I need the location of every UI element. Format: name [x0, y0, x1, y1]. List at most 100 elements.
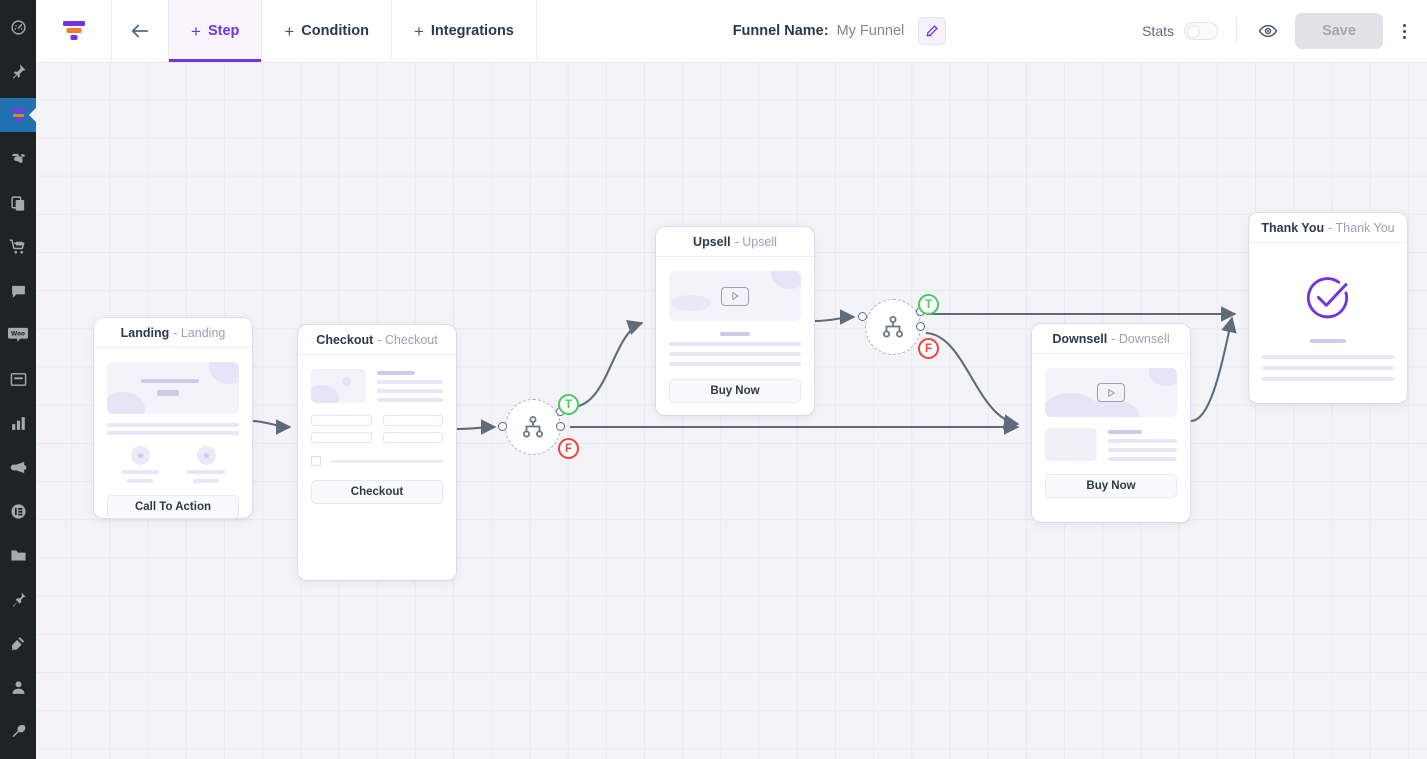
- condition-2-input-port[interactable]: [858, 312, 867, 321]
- archive-icon: [10, 372, 26, 386]
- tab-condition-label: Condition: [301, 23, 369, 39]
- sidebar-item-analytics[interactable]: [0, 406, 36, 440]
- skeleton-line: [1108, 439, 1177, 443]
- node-subtitle: - Downsell: [1111, 331, 1170, 346]
- condition-1-input-port[interactable]: [498, 422, 507, 431]
- cta-button[interactable]: Buy Now: [1045, 474, 1177, 498]
- form-field[interactable]: [311, 432, 372, 443]
- checkbox[interactable]: [311, 456, 321, 466]
- node-landing[interactable]: Landing - Landing Call To Action: [94, 318, 252, 519]
- skeleton-line: [669, 362, 801, 366]
- kebab-dot: [1402, 23, 1406, 27]
- stats-toggle[interactable]: [1184, 22, 1218, 40]
- node-downsell[interactable]: Downsell - Downsell Buy Now: [1032, 324, 1190, 522]
- node-subtitle: - Checkout: [377, 332, 438, 347]
- tab-condition[interactable]: + Condition: [262, 0, 392, 62]
- funnel-name-group: Funnel Name: My Funnel: [537, 0, 1142, 62]
- sidebar-item-cart[interactable]: [0, 230, 36, 264]
- cta-button[interactable]: Checkout: [311, 480, 443, 504]
- node-checkout[interactable]: Checkout - Checkout Checkout: [298, 325, 456, 580]
- sidebar-item-elementor[interactable]: [0, 494, 36, 528]
- video-placeholder: [669, 271, 801, 321]
- skeleton-line: [1108, 430, 1142, 434]
- user-icon: [11, 680, 25, 694]
- sidebar-item-megaphone[interactable]: [0, 450, 36, 484]
- sidebar-item-folder[interactable]: [0, 538, 36, 572]
- node-thankyou[interactable]: Thank You - Thank You: [1249, 213, 1407, 403]
- back-button[interactable]: [112, 0, 168, 62]
- skeleton-line: [377, 380, 443, 384]
- sidebar-item-dashboard[interactable]: [0, 10, 36, 44]
- comment-icon: [11, 285, 25, 298]
- condition-2-false-badge[interactable]: F: [918, 338, 939, 359]
- sidebar-item-media[interactable]: [0, 142, 36, 176]
- sidebar-item-tools[interactable]: [0, 714, 36, 748]
- toggle-knob: [1187, 24, 1200, 38]
- folder-icon: [10, 550, 26, 560]
- bars-icon: [11, 416, 25, 430]
- condition-2-true-badge[interactable]: T: [918, 294, 939, 315]
- success-mark: [1262, 271, 1394, 325]
- tab-integrations[interactable]: + Integrations: [392, 0, 537, 62]
- sidebar-item-pages[interactable]: [0, 186, 36, 220]
- node-body: [1249, 243, 1407, 394]
- funnel-name-label: Funnel Name:: [732, 23, 829, 39]
- elementor-icon: [10, 503, 26, 519]
- skeleton-line: [377, 371, 415, 375]
- cta-button[interactable]: Call To Action: [107, 495, 239, 519]
- decor-blob: [107, 392, 145, 414]
- wrench-icon: [11, 724, 25, 737]
- megaphone-icon: [10, 461, 26, 473]
- funnel-icon: [10, 108, 26, 122]
- funnel-name-value[interactable]: My Funnel: [837, 23, 905, 39]
- eye-icon: [1258, 24, 1278, 38]
- condition-node-1[interactable]: [505, 399, 561, 455]
- sidebar-item-pin[interactable]: [0, 54, 36, 88]
- condition-1-true-badge[interactable]: T: [558, 394, 579, 415]
- sidebar-item-comments[interactable]: [0, 274, 36, 308]
- check-circle-icon: [1306, 277, 1349, 319]
- skeleton-line: [141, 379, 199, 383]
- cta-button[interactable]: Buy Now: [669, 379, 801, 403]
- skeleton-line: [121, 470, 159, 474]
- sidebar-item-plugins[interactable]: [0, 626, 36, 660]
- sidebar-item-pushpin[interactable]: [0, 582, 36, 616]
- image-placeholder: [1045, 428, 1097, 461]
- preview-button[interactable]: [1255, 18, 1281, 44]
- toolbar: + Step + Condition + Integrations Funnel…: [36, 0, 1427, 63]
- pencil-icon: [926, 25, 938, 37]
- condition-1-false-badge[interactable]: F: [558, 438, 579, 459]
- more-options-button[interactable]: [1393, 18, 1415, 44]
- plug-icon: [11, 636, 24, 650]
- skeleton-line: [107, 431, 239, 435]
- condition-2-false-port[interactable]: [916, 322, 925, 331]
- node-header: Downsell - Downsell: [1032, 324, 1190, 354]
- sidebar-item-woocommerce[interactable]: Woo: [0, 318, 36, 352]
- sidebar-item-users[interactable]: [0, 670, 36, 704]
- node-header: Checkout - Checkout: [298, 325, 456, 355]
- node-upsell[interactable]: Upsell - Upsell Buy Now: [656, 227, 814, 415]
- form-field[interactable]: [382, 415, 443, 426]
- sidebar-item-archive[interactable]: [0, 362, 36, 396]
- save-button[interactable]: Save: [1295, 13, 1383, 49]
- decor-blob: [671, 295, 711, 311]
- funnel-canvas[interactable]: Landing - Landing Call To Action Checkou…: [36, 63, 1427, 759]
- edit-funnel-name-button[interactable]: [918, 17, 947, 45]
- node-header: Landing - Landing: [94, 318, 252, 348]
- node-subtitle: - Upsell: [734, 234, 777, 249]
- condition-1-false-port[interactable]: [556, 422, 565, 431]
- decor-blob: [771, 271, 801, 289]
- play-triangle-icon: [1107, 388, 1115, 397]
- form-field[interactable]: [311, 415, 372, 426]
- sidebar-item-funnel-builder[interactable]: [0, 98, 36, 132]
- condition-node-2[interactable]: [865, 299, 921, 355]
- play-triangle-icon: [731, 292, 739, 300]
- form-field[interactable]: [382, 432, 443, 443]
- node-title: Checkout: [316, 332, 374, 347]
- skeleton-line: [377, 389, 443, 393]
- skeleton-line: [193, 479, 219, 483]
- play-button[interactable]: [1097, 383, 1125, 402]
- app-logo[interactable]: [36, 0, 112, 62]
- tab-step[interactable]: + Step: [168, 0, 263, 62]
- play-button[interactable]: [721, 286, 749, 306]
